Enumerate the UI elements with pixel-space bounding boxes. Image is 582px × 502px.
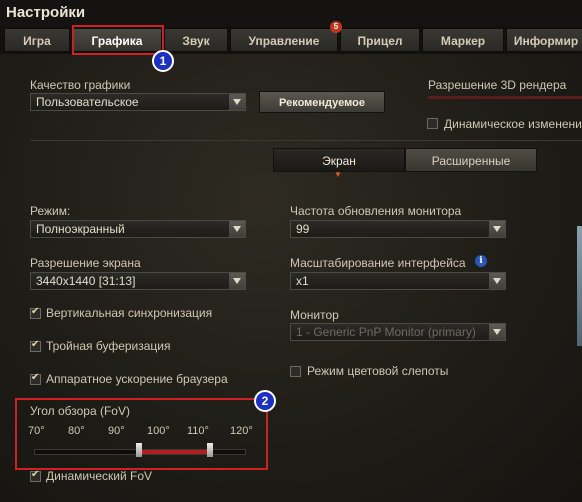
chevron-down-icon: [228, 273, 245, 289]
fov-tick: 110°: [187, 425, 209, 437]
render-resolution-slider[interactable]: [428, 96, 582, 99]
chevron-down-icon: [488, 221, 505, 237]
fov-slider-range: [140, 450, 212, 454]
fov-tick: 70°: [28, 425, 45, 437]
chevron-down-icon: [488, 324, 505, 340]
window-title: Настройки: [6, 4, 86, 21]
triple-buffering-label: Тройная буферизация: [46, 339, 171, 353]
mode-value: Полноэкранный: [36, 222, 125, 236]
dynamic-fov-label: Динамический FoV: [46, 469, 153, 483]
tab-sound[interactable]: Звук: [164, 28, 228, 52]
step-marker-2: 2: [254, 390, 276, 412]
fov-slider-handle-high[interactable]: [207, 443, 214, 457]
fov-tick: 80°: [68, 425, 85, 437]
graphics-quality-value: Пользовательское: [36, 95, 139, 109]
tab-game[interactable]: Игра: [4, 28, 70, 52]
triple-buffering-checkbox[interactable]: [30, 339, 41, 352]
fov-slider-handle-low[interactable]: [136, 443, 142, 457]
chevron-down-icon: [228, 94, 245, 110]
active-subtab-indicator-icon: ▼: [334, 170, 342, 179]
step-marker-1: 1: [152, 50, 174, 72]
chevron-down-icon: [228, 221, 245, 237]
vsync-label: Вертикальная синхронизация: [46, 306, 213, 320]
dynamic-change-checkbox[interactable]: [427, 118, 438, 129]
fov-tick: 120°: [230, 425, 253, 437]
divider: [30, 140, 582, 141]
render-resolution-label: Разрешение 3D рендера: [428, 78, 567, 92]
tab-controls[interactable]: Управление: [230, 28, 338, 52]
tab-notifications[interactable]: Информир: [506, 28, 582, 52]
tab-sight[interactable]: Прицел: [340, 28, 420, 52]
resolution-value: 3440x1440 [31:13]: [36, 274, 136, 288]
dynamic-fov-checkbox[interactable]: [30, 469, 41, 482]
tab-marker[interactable]: Маркер: [422, 28, 504, 52]
dynamic-change-label: Динамическое изменение: [444, 117, 582, 131]
refresh-rate-value: 99: [296, 222, 310, 236]
graphics-quality-label: Качество графики: [30, 78, 131, 92]
graphics-quality-select[interactable]: Пользовательское: [30, 93, 246, 111]
preview-image: [577, 226, 582, 346]
monitor-label: Монитор: [290, 308, 339, 322]
notification-badge: 5: [330, 21, 342, 33]
monitor-value: 1 - Generic PnP Monitor (primary): [296, 325, 476, 339]
ui-scale-value: x1: [296, 274, 309, 288]
info-icon[interactable]: i: [475, 255, 487, 267]
fov-label: Угол обзора (FoV): [30, 404, 130, 418]
vsync-checkbox[interactable]: [30, 306, 41, 319]
recommended-button[interactable]: Рекомендуемое: [259, 91, 385, 113]
fov-tick: 100°: [147, 425, 170, 437]
ui-scale-label: Масштабирование интерфейса: [290, 256, 466, 270]
refresh-rate-select[interactable]: 99: [290, 220, 506, 238]
subtab-screen[interactable]: Экран: [273, 148, 405, 172]
colorblind-label: Режим цветовой слепоты: [307, 364, 449, 378]
hw-accel-checkbox[interactable]: [30, 372, 41, 385]
monitor-select[interactable]: 1 - Generic PnP Monitor (primary): [290, 323, 506, 341]
chevron-down-icon: [488, 273, 505, 289]
resolution-select[interactable]: 3440x1440 [31:13]: [30, 272, 246, 290]
ui-scale-select[interactable]: x1: [290, 272, 506, 290]
subtab-advanced[interactable]: Расширенные: [405, 148, 537, 172]
mode-select[interactable]: Полноэкранный: [30, 220, 246, 238]
refresh-rate-label: Частота обновления монитора: [290, 204, 462, 218]
colorblind-checkbox[interactable]: [290, 366, 301, 377]
mode-label: Режим:: [30, 204, 71, 218]
hw-accel-label: Аппаратное ускорение браузера: [46, 372, 228, 386]
resolution-label: Разрешение экрана: [30, 256, 141, 270]
fov-tick: 90°: [108, 425, 125, 437]
title-bar: [0, 0, 582, 26]
highlight-box-graphics-tab: [72, 25, 164, 55]
